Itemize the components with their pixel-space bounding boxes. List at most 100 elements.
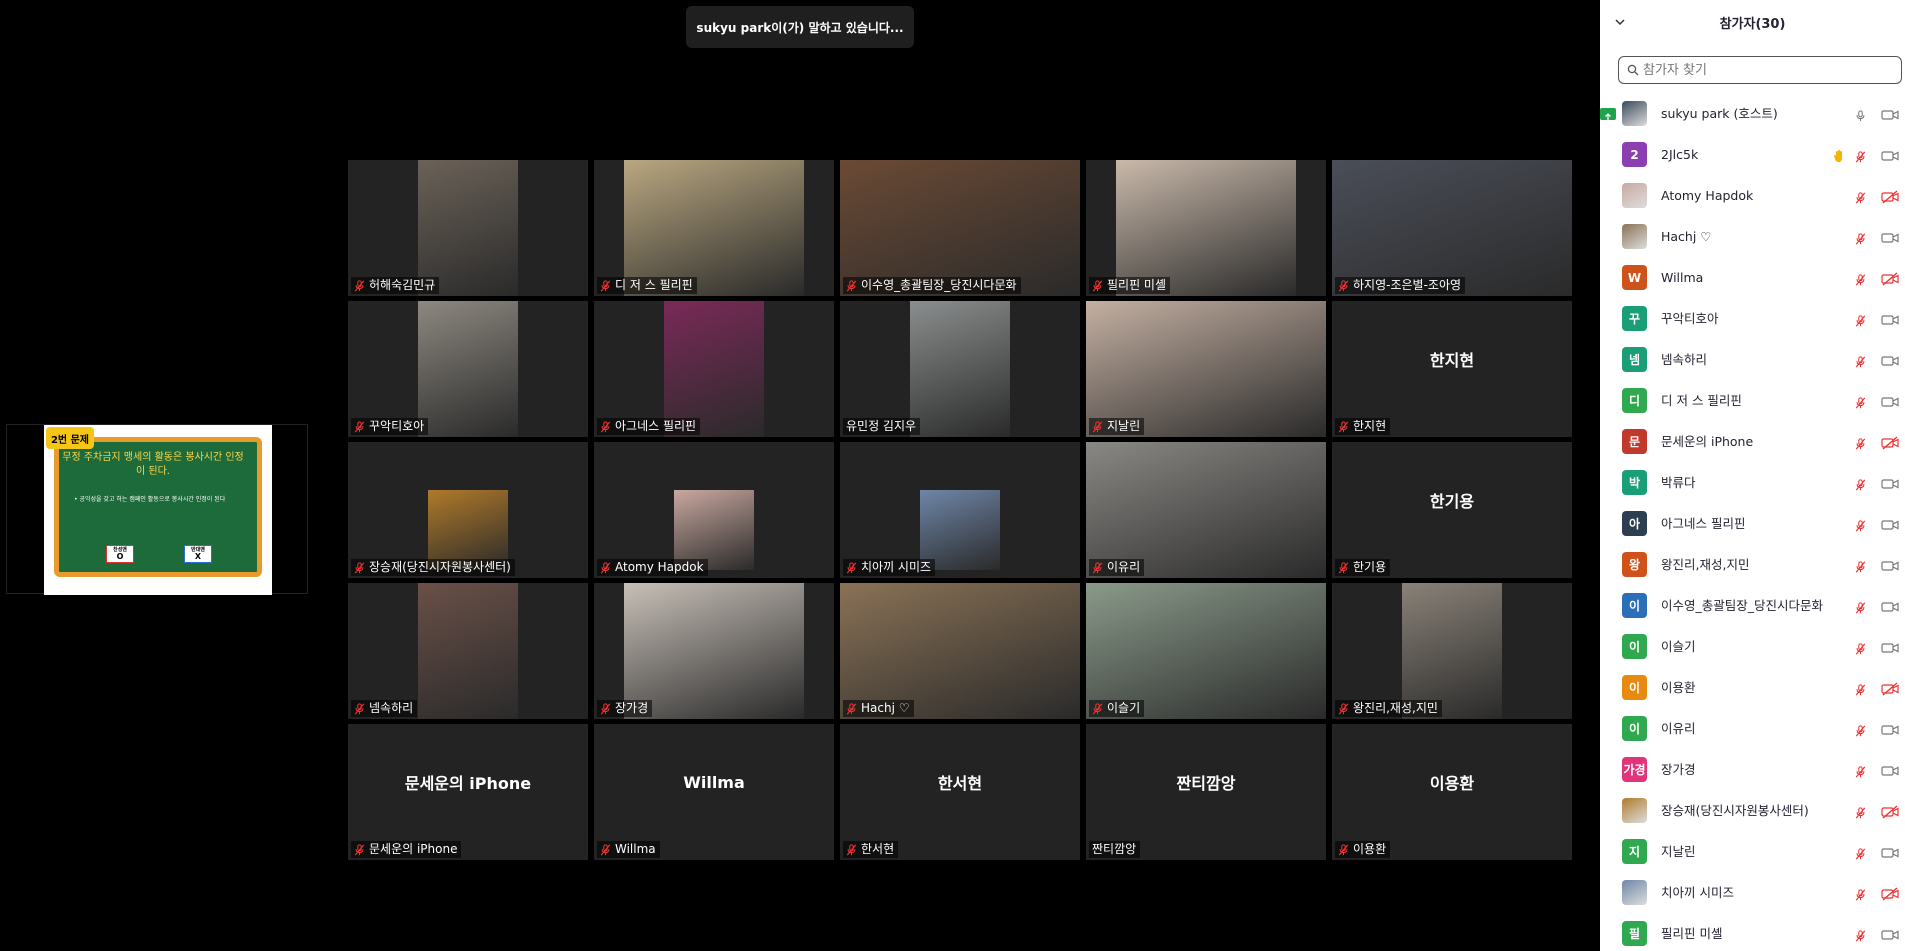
video-muted-icon[interactable]	[1881, 271, 1899, 286]
video-icon[interactable]	[1881, 148, 1899, 162]
video-tile[interactable]: 문세운의 iPhone 문세운의 iPhone	[348, 724, 588, 860]
participant-row[interactable]: Hachj ♡	[1600, 216, 1905, 257]
chevron-down-icon[interactable]	[1614, 16, 1626, 28]
mic-muted-icon[interactable]	[1855, 640, 1869, 655]
participant-row[interactable]: 꾸 꾸악티호아	[1600, 298, 1905, 339]
video-tile[interactable]: 넴속하리	[348, 583, 588, 719]
video-tile[interactable]: 이수영_총괄팀장_당진시다문화	[840, 160, 1080, 296]
participant-row[interactable]: 문 문세운의 iPhone	[1600, 421, 1905, 462]
participant-row[interactable]: 필 필리핀 미셸	[1600, 913, 1905, 951]
video-icon[interactable]	[1881, 763, 1899, 777]
participant-row[interactable]: 디 디 저 스 필리핀	[1600, 380, 1905, 421]
search-input[interactable]	[1643, 62, 1883, 78]
participant-row[interactable]: sukyu park (호스트)	[1600, 93, 1905, 134]
mic-muted-icon[interactable]	[1855, 517, 1869, 532]
video-tile[interactable]: Willma Willma	[594, 724, 834, 860]
mic-muted-icon[interactable]	[1855, 271, 1869, 286]
video-tile[interactable]: 왕진리,재성,지민	[1332, 583, 1572, 719]
video-tile[interactable]: 한기용 한기용	[1332, 442, 1572, 578]
video-tile[interactable]: 한지현 한지현	[1332, 301, 1572, 437]
video-icon[interactable]	[1881, 558, 1899, 572]
video-tile[interactable]: 이유리	[1086, 442, 1326, 578]
participant-row[interactable]: 가경 장가경	[1600, 749, 1905, 790]
mic-muted-icon[interactable]	[1855, 804, 1869, 819]
video-icon[interactable]	[1881, 312, 1899, 326]
video-muted-icon[interactable]	[1881, 681, 1899, 696]
participant-row[interactable]: 장승재(당진시자원봉사센터)	[1600, 790, 1905, 831]
video-icon[interactable]	[1881, 230, 1899, 244]
video-icon[interactable]	[1881, 640, 1899, 654]
video-tile[interactable]: 아그네스 필리핀	[594, 301, 834, 437]
participant-name: 문세운의 iPhone	[1661, 434, 1754, 449]
mic-muted-icon[interactable]	[1855, 681, 1869, 696]
participant-row[interactable]: 왕 왕진리,재성,지민	[1600, 544, 1905, 585]
video-icon[interactable]	[1881, 353, 1899, 367]
mic-muted-icon[interactable]	[1855, 230, 1869, 245]
video-tile[interactable]: 꾸악티호아	[348, 301, 588, 437]
participant-row[interactable]: 지 지날린	[1600, 831, 1905, 872]
participant-row[interactable]: 아 아그네스 필리핀	[1600, 503, 1905, 544]
mic-muted-icon[interactable]	[1855, 312, 1869, 327]
mic-muted-icon[interactable]	[1855, 394, 1869, 409]
participant-search[interactable]	[1618, 56, 1902, 84]
video-tile[interactable]: 허해숙김민규	[348, 160, 588, 296]
video-tile[interactable]: 필리핀 미셸	[1086, 160, 1326, 296]
avatar	[1622, 183, 1647, 208]
video-tile[interactable]: 장승재(당진시자원봉사센터)	[348, 442, 588, 578]
mic-muted-icon[interactable]	[1855, 722, 1869, 737]
mic-muted-icon[interactable]	[1855, 845, 1869, 860]
video-icon[interactable]	[1881, 845, 1899, 859]
video-icon[interactable]	[1881, 476, 1899, 490]
video-tile[interactable]: Hachj ♡	[840, 583, 1080, 719]
video-muted-icon[interactable]	[1881, 435, 1899, 450]
mic-muted-icon[interactable]	[1855, 886, 1869, 901]
participant-row[interactable]: 박 박류다	[1600, 462, 1905, 503]
video-tile[interactable]: 이용환 이용환	[1332, 724, 1572, 860]
mic-muted-icon[interactable]	[1855, 599, 1869, 614]
mic-muted-icon[interactable]	[1855, 476, 1869, 491]
participant-row[interactable]: 이 이유리	[1600, 708, 1905, 749]
video-muted-icon[interactable]	[1881, 886, 1899, 901]
avatar: 꾸	[1622, 306, 1647, 331]
video-tile[interactable]: 장가경	[594, 583, 834, 719]
participant-row[interactable]: Atomy Hapdok	[1600, 175, 1905, 216]
video-icon[interactable]	[1881, 394, 1899, 408]
shared-screen-thumbnail[interactable]: 2번 문제 무정 주차금지 맹세의 활동은 봉사시간 인정이 된다. • 공익성…	[6, 424, 308, 595]
mic-muted-icon	[1338, 561, 1349, 574]
participant-row[interactable]: W Willma	[1600, 257, 1905, 298]
tile-name: 지날린	[1107, 419, 1141, 433]
mic-muted-icon[interactable]	[1855, 435, 1869, 450]
video-tile[interactable]: Atomy Hapdok	[594, 442, 834, 578]
video-icon[interactable]	[1881, 927, 1899, 941]
video-tile[interactable]: 디 저 스 필리핀	[594, 160, 834, 296]
video-tile[interactable]: 유민정 김지우	[840, 301, 1080, 437]
video-tile[interactable]: 치아끼 시미즈	[840, 442, 1080, 578]
participant-row[interactable]: 넴 넴속하리	[1600, 339, 1905, 380]
video-muted-icon[interactable]	[1881, 189, 1899, 204]
mic-muted-icon[interactable]	[1855, 927, 1869, 942]
mic-icon[interactable]	[1855, 107, 1869, 122]
participant-row[interactable]: 2 2Jlc5k	[1600, 134, 1905, 175]
mic-muted-icon[interactable]	[1855, 189, 1869, 204]
video-icon[interactable]	[1881, 107, 1899, 121]
mic-muted-icon[interactable]	[1855, 558, 1869, 573]
tile-name: 치아끼 시미즈	[861, 560, 932, 574]
video-tile[interactable]: 하지영-조은별-조아영	[1332, 160, 1572, 296]
participant-row[interactable]: 이 이수영_총괄팀장_당진시다문화	[1600, 585, 1905, 626]
participant-row[interactable]: 이 이슬기	[1600, 626, 1905, 667]
panel-title: 참가자(30)	[1719, 16, 1786, 32]
participant-row[interactable]: 치아끼 시미즈	[1600, 872, 1905, 913]
mic-muted-icon[interactable]	[1855, 353, 1869, 368]
video-tile[interactable]: 짠티깜앙 짠티깜앙	[1086, 724, 1326, 860]
participant-name: 왕진리,재성,지민	[1661, 557, 1750, 572]
video-muted-icon[interactable]	[1881, 804, 1899, 819]
participant-row[interactable]: 이 이용환	[1600, 667, 1905, 708]
mic-muted-icon[interactable]	[1855, 763, 1869, 778]
video-tile[interactable]: 한서현 한서현	[840, 724, 1080, 860]
video-icon[interactable]	[1881, 517, 1899, 531]
mic-muted-icon[interactable]	[1855, 148, 1869, 163]
video-icon[interactable]	[1881, 722, 1899, 736]
video-icon[interactable]	[1881, 599, 1899, 613]
video-tile[interactable]: 지날린	[1086, 301, 1326, 437]
video-tile[interactable]: 이슬기	[1086, 583, 1326, 719]
